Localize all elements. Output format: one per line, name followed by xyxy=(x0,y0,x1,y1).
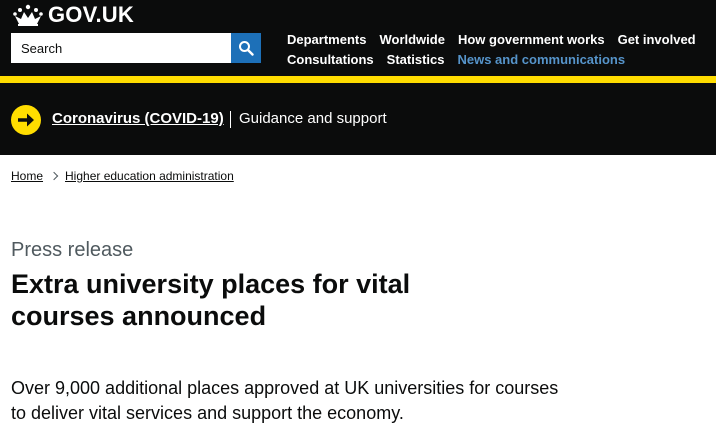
lead-paragraph: Over 9,000 additional places approved at… xyxy=(11,378,559,423)
banner-text: Guidance and support xyxy=(239,110,387,127)
nav-row: Consultations Statistics News and commun… xyxy=(287,49,707,69)
banner-divider xyxy=(230,111,231,128)
main-navigation: Departments Worldwide How government wor… xyxy=(287,29,707,69)
nav-statistics[interactable]: Statistics xyxy=(387,52,445,67)
arrow-right-icon xyxy=(11,105,41,135)
site-header: GOV.UK Departments Worldwide How governm… xyxy=(0,0,716,76)
breadcrumb-higher-education[interactable]: Higher education administration xyxy=(65,169,234,183)
nav-worldwide[interactable]: Worldwide xyxy=(379,32,444,47)
search-form xyxy=(11,33,261,63)
nav-departments[interactable]: Departments xyxy=(287,32,366,47)
breadcrumb: Home Higher education administration xyxy=(11,169,234,183)
search-input[interactable] xyxy=(11,33,231,63)
page-title: Extra university places for vital course… xyxy=(11,269,411,331)
nav-news-and-communications[interactable]: News and communications xyxy=(457,52,625,67)
search-button[interactable] xyxy=(231,33,261,63)
search-icon xyxy=(239,41,254,56)
header-yellow-bar xyxy=(0,76,716,83)
logo-text: GOV.UK xyxy=(48,2,134,27)
chevron-right-icon xyxy=(49,171,59,181)
crown-icon xyxy=(13,4,43,26)
nav-row: Departments Worldwide How government wor… xyxy=(287,29,707,49)
nav-consultations[interactable]: Consultations xyxy=(287,52,374,67)
nav-how-government-works[interactable]: How government works xyxy=(458,32,605,47)
covid-banner: Coronavirus (COVID-19) Guidance and supp… xyxy=(0,83,716,155)
page-caption: Press release xyxy=(11,239,134,261)
govuk-logo[interactable]: GOV.UK xyxy=(12,2,134,28)
covid-link[interactable]: Coronavirus (COVID-19) xyxy=(52,110,224,127)
breadcrumb-home[interactable]: Home xyxy=(11,169,43,183)
nav-get-involved[interactable]: Get involved xyxy=(618,32,696,47)
